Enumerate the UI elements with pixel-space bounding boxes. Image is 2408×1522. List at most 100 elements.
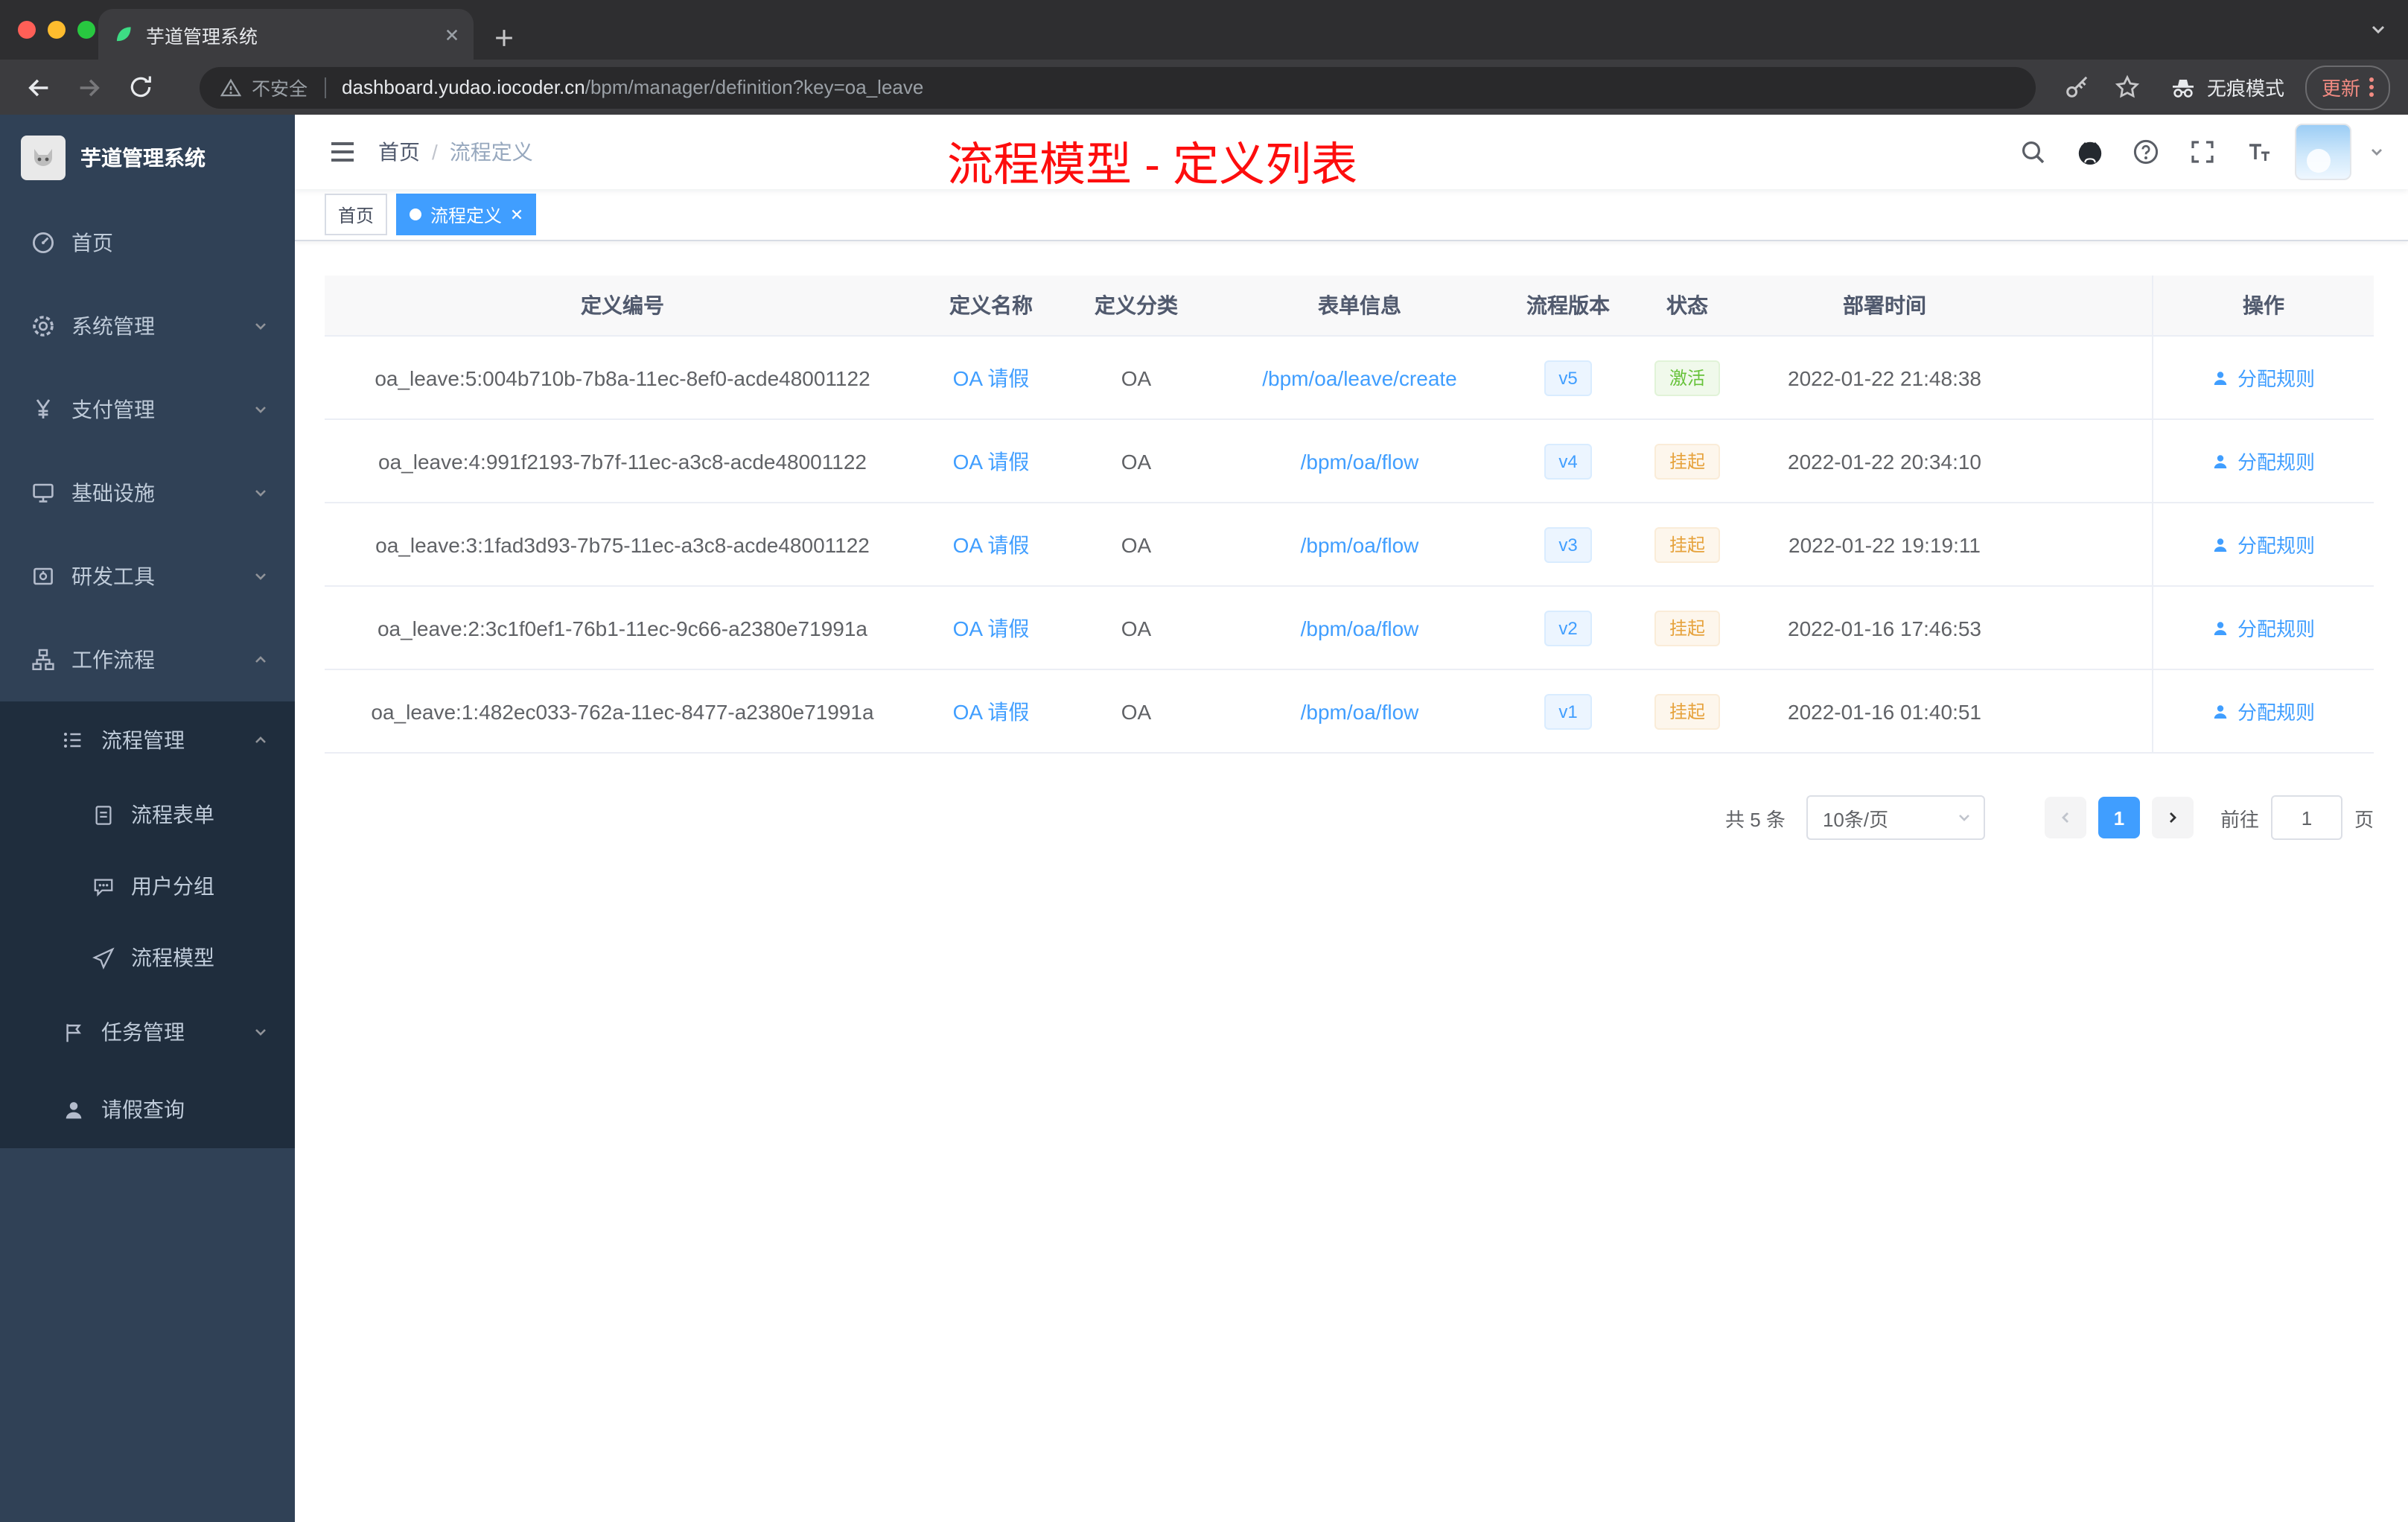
person-icon [2214, 538, 2228, 551]
tag-process-definition[interactable]: 流程定义 [396, 194, 537, 235]
bookmark-star-icon[interactable] [2107, 66, 2149, 108]
chevron-down-icon [253, 319, 268, 334]
assign-rule-button[interactable]: 分配规则 [2212, 530, 2315, 558]
status-badge: 挂起 [1654, 443, 1720, 479]
assign-rule-button[interactable]: 分配规则 [2212, 614, 2315, 642]
fullscreen-icon[interactable] [2182, 131, 2223, 173]
help-icon[interactable] [2125, 131, 2167, 173]
sidebar-item-user-group[interactable]: 用户分组 [0, 850, 295, 922]
app-window: 芋道管理系统 首页 系统管理 支付管理 基础设施 研发工具 工作流程 流程管理 … [0, 115, 2408, 1522]
back-icon[interactable] [18, 66, 60, 108]
sidebar-item-process-management[interactable]: 流程管理 [0, 701, 295, 779]
prev-page-button[interactable] [2044, 797, 2086, 838]
sidebar-item-system[interactable]: 系统管理 [0, 284, 295, 368]
sidebar-item-task-management[interactable]: 任务管理 [0, 993, 295, 1071]
form-info-link[interactable]: /bpm/oa/flow [1301, 699, 1419, 723]
tab-search-chevron-icon[interactable] [2369, 21, 2387, 39]
definition-name-link[interactable]: OA 请假 [953, 696, 1030, 726]
font-size-icon[interactable] [2238, 131, 2280, 173]
cell-category: OA [1121, 532, 1152, 556]
assign-rule-button[interactable]: 分配规则 [2212, 363, 2315, 392]
hamburger-icon[interactable] [319, 128, 366, 176]
security-label[interactable]: 不安全 [252, 73, 308, 101]
sidebar-item-label: 研发工具 [71, 564, 155, 588]
sidebar-item-process-model[interactable]: 流程模型 [0, 922, 295, 993]
form-info-link[interactable]: /bpm/oa/flow [1301, 532, 1419, 556]
version-badge[interactable]: v1 [1544, 693, 1593, 729]
gear-icon [30, 314, 57, 338]
assign-rule-button[interactable]: 分配规则 [2212, 447, 2315, 475]
update-button[interactable]: 更新 [2305, 65, 2390, 109]
avatar-caret-icon[interactable] [2369, 144, 2384, 159]
browser-tab[interactable]: 芋道管理系统 [98, 9, 474, 60]
monitor-icon [30, 481, 57, 505]
sidebar-item-payment[interactable]: 支付管理 [0, 368, 295, 451]
form-info-link[interactable]: /bpm/oa/flow [1301, 449, 1419, 473]
person-icon [2214, 704, 2228, 718]
page-size-select[interactable]: 10条/页 [1806, 795, 1985, 840]
tag-close-icon[interactable] [511, 208, 523, 220]
reload-icon[interactable] [119, 66, 161, 108]
search-icon[interactable] [2012, 131, 2054, 173]
goto-unit: 页 [2354, 808, 2374, 830]
sidebar-item-leave-query[interactable]: 请假查询 [0, 1071, 295, 1148]
window-controls [18, 21, 95, 39]
viewport: 芋道管理系统 不安全 dashboard.yudao.iocoder.cn/bp… [0, 0, 2408, 1522]
sidebar-item-infrastructure[interactable]: 基础设施 [0, 451, 295, 535]
sidebar-item-label: 流程表单 [131, 803, 214, 827]
goto-page-input[interactable] [2270, 795, 2342, 840]
forward-icon[interactable] [69, 66, 110, 108]
assign-rule-button[interactable]: 分配规则 [2212, 697, 2315, 725]
form-info-link[interactable]: /bpm/oa/leave/create [1262, 366, 1457, 389]
chevron-up-icon [253, 652, 268, 667]
col-header-spacer [2022, 276, 2152, 335]
next-page-button[interactable] [2151, 797, 2194, 838]
url-bar[interactable]: 不安全 dashboard.yudao.iocoder.cn/bpm/manag… [200, 66, 2036, 108]
browser-chrome: 芋道管理系统 不安全 dashboard.yudao.iocoder.cn/bp… [0, 0, 2408, 115]
toolbox-icon [30, 564, 57, 588]
version-badge[interactable]: v4 [1544, 443, 1593, 479]
incognito-badge: 无痕模式 [2170, 73, 2284, 101]
new-tab-button[interactable] [494, 28, 514, 48]
sidebar-item-workflow[interactable]: 工作流程 [0, 618, 295, 701]
version-badge[interactable]: v5 [1544, 360, 1593, 395]
breadcrumb-home[interactable]: 首页 [378, 137, 420, 167]
person-icon [60, 1098, 86, 1121]
browser-menu-icon[interactable] [2369, 77, 2374, 97]
sidebar-item-dev-tools[interactable]: 研发工具 [0, 535, 295, 618]
tab-close-icon[interactable] [445, 28, 459, 41]
sidebar-item-label: 用户分组 [131, 874, 214, 898]
definition-name-link[interactable]: OA 请假 [953, 363, 1030, 392]
definition-name-link[interactable]: OA 请假 [953, 446, 1030, 476]
avatar[interactable] [2295, 124, 2351, 180]
close-window-button[interactable] [18, 21, 36, 39]
definition-name-link[interactable]: OA 请假 [953, 529, 1030, 559]
chevron-down-icon [253, 402, 268, 417]
col-header-deploy-time: 部署时间 [1843, 293, 1926, 317]
page-number-button[interactable]: 1 [2098, 797, 2140, 838]
not-secure-warning-icon[interactable] [220, 77, 241, 98]
zoom-window-button[interactable] [77, 21, 95, 39]
incognito-icon [2172, 79, 2194, 97]
table-row: oa_leave:5:004b710b-7b8a-11ec-8ef0-acde4… [325, 337, 2374, 420]
sidebar-item-process-form[interactable]: 流程表单 [0, 779, 295, 850]
version-badge[interactable]: v2 [1544, 610, 1593, 646]
sidebar-item-home[interactable]: 首页 [0, 201, 295, 284]
annotation-text: 流程模型 - 定义列表 [947, 138, 1358, 191]
version-badge[interactable]: v3 [1544, 526, 1593, 562]
col-header-definition-id: 定义编号 [581, 293, 664, 317]
tab-strip: 芋道管理系统 [0, 0, 2408, 60]
pagination: 共 5 条 10条/页 1 前往 页 [325, 795, 2374, 840]
github-icon[interactable] [2068, 131, 2110, 173]
minimize-window-button[interactable] [48, 21, 66, 39]
col-header-form-info: 表单信息 [1318, 293, 1401, 317]
form-info-link[interactable]: /bpm/oa/flow [1301, 616, 1419, 640]
definition-name-link[interactable]: OA 请假 [953, 613, 1030, 643]
sidebar-item-label: 流程管理 [101, 728, 185, 752]
yen-icon [30, 398, 57, 421]
url-text[interactable]: dashboard.yudao.iocoder.cn/bpm/manager/d… [342, 76, 923, 98]
password-key-icon[interactable] [2057, 66, 2098, 108]
app-logo[interactable]: 芋道管理系统 [0, 115, 295, 201]
tag-home[interactable]: 首页 [325, 194, 388, 235]
cell-definition-id: oa_leave:1:482ec033-762a-11ec-8477-a2380… [371, 699, 874, 723]
